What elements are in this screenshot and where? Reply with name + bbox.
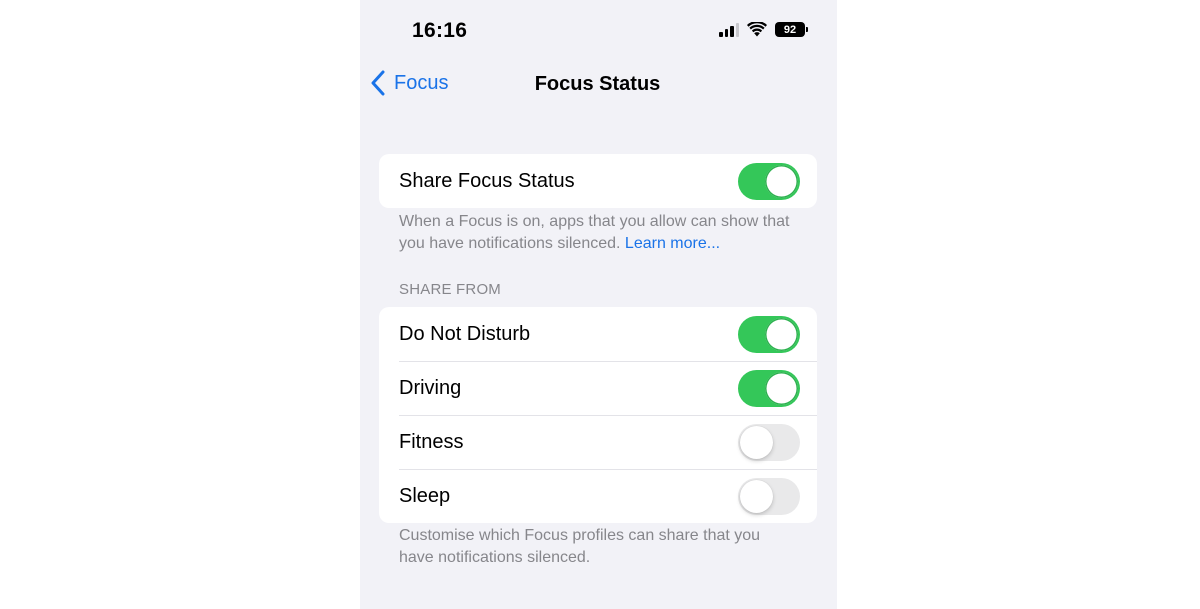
cellular-signal-icon: [719, 22, 739, 37]
sleep-toggle[interactable]: [738, 477, 800, 515]
share-from-header: SHARE FROM: [399, 281, 502, 298]
focus-row-do-not-disturb: Do Not Disturb: [379, 307, 817, 361]
status-time: 16:16: [412, 19, 468, 42]
fitness-toggle[interactable]: [738, 423, 800, 461]
share-focus-group: Share Focus Status: [379, 154, 817, 208]
battery-level: 92: [783, 23, 797, 36]
page-title: Focus Status: [534, 73, 661, 95]
status-bar: 16:16 92: [360, 0, 837, 60]
wifi-icon: [747, 22, 767, 37]
toggle-knob: [765, 164, 798, 198]
toggle-knob: [740, 425, 773, 459]
share-focus-footer: When a Focus is on, apps that you allow …: [399, 211, 799, 255]
share-focus-status-row: Share Focus Status: [379, 154, 817, 208]
focus-row-label: Fitness: [399, 430, 464, 453]
phone-screen: 16:16 92 Focus Focus Status Share Focus …: [360, 0, 837, 609]
focus-row-label: Driving: [399, 376, 462, 399]
focus-row-label: Sleep: [399, 484, 451, 507]
learn-more-link[interactable]: Learn more...: [625, 235, 720, 252]
share-from-footer: Customise which Focus profiles can share…: [399, 527, 761, 566]
toggle-knob: [765, 371, 798, 405]
battery-indicator: 92: [775, 22, 808, 37]
focus-row-sleep: Sleep: [379, 469, 817, 523]
driving-toggle[interactable]: [738, 369, 800, 407]
focus-row-driving: Driving: [379, 361, 817, 415]
share-focus-footer-text: When a Focus is on, apps that you allow …: [399, 213, 790, 252]
focus-row-fitness: Fitness: [379, 415, 817, 469]
toggle-knob: [765, 317, 798, 351]
share-focus-status-label: Share Focus Status: [399, 169, 575, 192]
navigation-bar: Focus Focus Status: [360, 64, 837, 104]
share-focus-status-toggle[interactable]: [738, 162, 800, 200]
do-not-disturb-toggle[interactable]: [738, 315, 800, 353]
toggle-knob: [740, 479, 773, 513]
share-from-group: Do Not Disturb Driving Fitness Sleep: [379, 307, 817, 523]
focus-row-label: Do Not Disturb: [399, 322, 531, 345]
status-icons: 92: [719, 22, 808, 37]
